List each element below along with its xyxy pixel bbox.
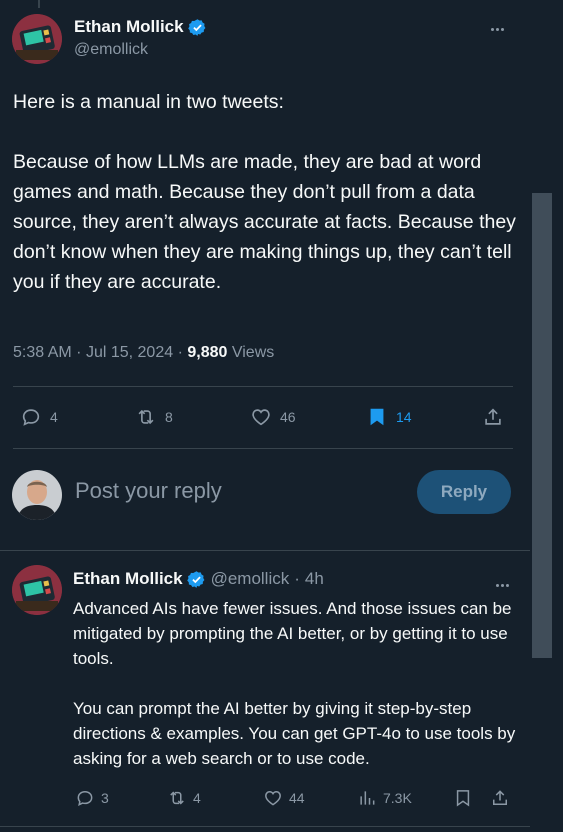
thread-connector-line <box>38 0 40 8</box>
heart-icon <box>252 409 270 426</box>
reply-views-action[interactable]: 7.3K <box>357 788 412 808</box>
divider <box>0 826 530 827</box>
bookmark-action[interactable]: 14 <box>366 406 412 428</box>
reply-input[interactable]: Post your reply <box>75 478 222 504</box>
reply-reply-action[interactable]: 3 <box>75 788 109 808</box>
reply-author-handle[interactable]: @emollick <box>211 569 290 589</box>
views-label: Views <box>231 344 275 361</box>
more-options-icon[interactable] <box>491 18 511 34</box>
repost-action[interactable]: 8 <box>135 406 173 428</box>
reply-actions: 3 4 44 7.3K <box>0 786 530 812</box>
current-user-avatar[interactable] <box>12 470 62 520</box>
reply-like-action[interactable]: 44 <box>263 788 305 808</box>
reply-button[interactable]: Reply <box>417 470 511 514</box>
reply-icon <box>77 790 93 806</box>
divider <box>13 386 513 387</box>
reply-repost-action[interactable]: 4 <box>167 788 201 808</box>
reply-age[interactable]: 4h <box>305 569 324 589</box>
share-action[interactable] <box>482 406 512 428</box>
reply-author-avatar[interactable] <box>12 565 62 615</box>
author-name[interactable]: Ethan Mollick <box>74 17 207 37</box>
repost-icon <box>170 791 184 805</box>
reply-author-name[interactable]: Ethan Mollick <box>73 569 183 589</box>
tweet-text: Here is a manual in two tweets: Because … <box>13 91 516 293</box>
reply-action[interactable]: 4 <box>20 406 58 428</box>
bookmark-filled-icon <box>370 408 384 426</box>
verified-badge-icon <box>186 570 204 588</box>
tweet-metadata: 5:38 AM · Jul 15, 2024 · 9,880 Views <box>13 344 275 361</box>
like-action[interactable]: 46 <box>250 406 296 428</box>
share-icon <box>493 790 507 805</box>
tweet-date[interactable]: Jul 15, 2024 <box>86 344 173 361</box>
reply-icon <box>22 409 40 426</box>
scrollbar-thumb[interactable] <box>532 193 552 658</box>
author-avatar[interactable] <box>12 14 62 64</box>
repost-icon <box>138 409 154 425</box>
bookmark-icon <box>456 790 470 807</box>
analytics-icon <box>360 791 375 805</box>
reply-author-header: Ethan Mollick @emollick · 4h <box>73 569 324 589</box>
share-icon <box>485 408 501 425</box>
heart-icon <box>265 790 281 806</box>
tweet-time[interactable]: 5:38 AM <box>13 344 72 361</box>
reply-share-action[interactable] <box>490 788 516 808</box>
views-count: 9,880 <box>187 344 228 361</box>
reply-bookmark-action[interactable] <box>453 788 479 808</box>
divider <box>13 448 513 449</box>
author-handle[interactable]: @emollick <box>74 41 148 59</box>
separator-dot: · <box>294 569 300 588</box>
verified-badge-icon <box>187 18 205 36</box>
reply-more-options-icon[interactable] <box>496 574 511 592</box>
divider <box>0 550 530 551</box>
tweet-actions: 4 8 46 14 <box>0 398 530 438</box>
reply-text: Advanced AIs have fewer issues. And thos… <box>73 599 516 768</box>
